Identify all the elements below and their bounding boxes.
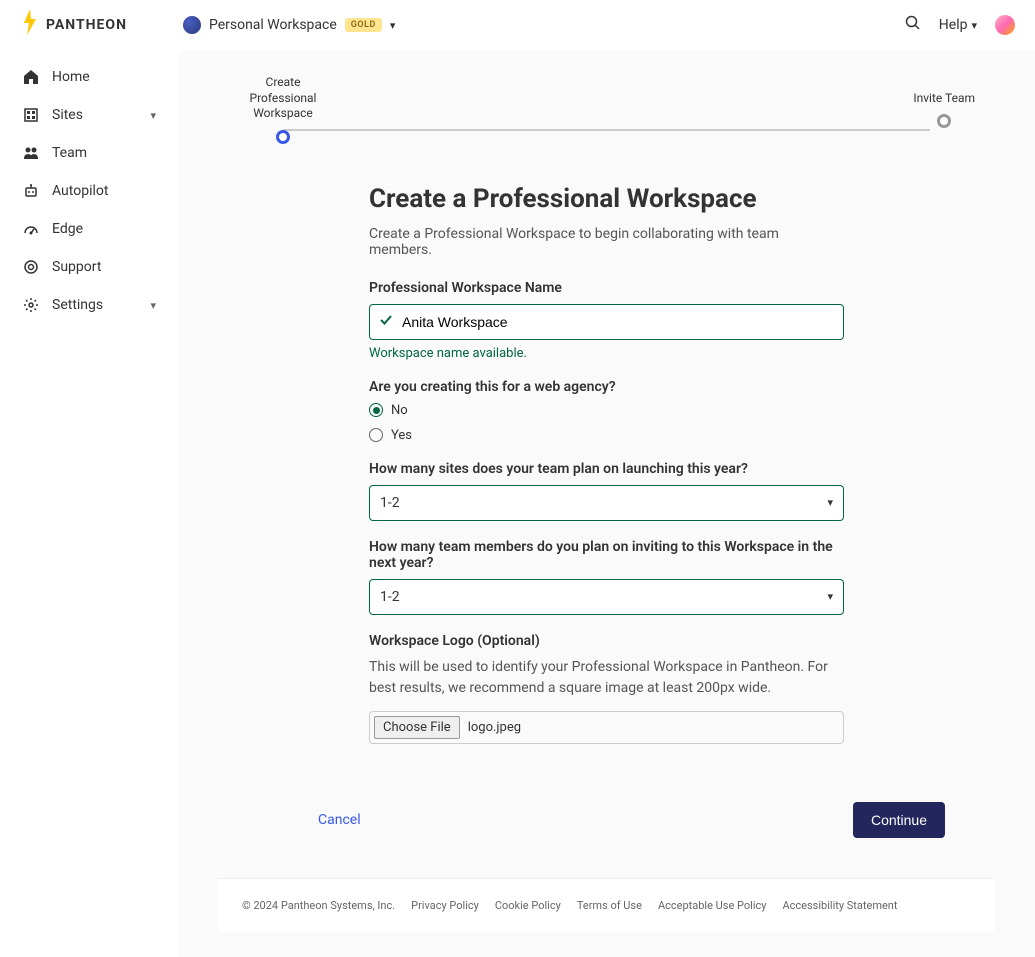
sidebar-item-label: Home [52,69,90,85]
members-label: How many team members do you plan on inv… [369,539,844,571]
gold-badge: GOLD [345,18,382,32]
footer-link-cookie[interactable]: Cookie Policy [495,899,561,912]
sidebar-item-settings[interactable]: Settings ▾ [12,286,166,324]
workspace-name-label: Professional Workspace Name [369,280,844,296]
check-icon [379,313,393,331]
radio-yes[interactable]: Yes [369,428,844,443]
members-group: How many team members do you plan on inv… [369,539,844,615]
workspace-name-group: Professional Workspace Name Workspace na… [369,280,844,361]
workspace-selector[interactable]: Personal Workspace GOLD ▾ [183,16,395,34]
sidebar-item-label: Settings [52,297,103,313]
footer-link-accessibility[interactable]: Accessibility Statement [782,899,897,912]
gear-icon [22,297,40,313]
gauge-icon [22,221,40,237]
sidebar-item-edge[interactable]: Edge [12,210,166,248]
sidebar-item-label: Support [52,259,101,275]
radio-label: Yes [391,428,412,443]
choose-file-button[interactable]: Choose File [374,716,460,739]
footer-link-terms[interactable]: Terms of Use [577,899,642,912]
sidebar-item-label: Edge [52,221,83,237]
members-select[interactable]: 1-2 ▾ [369,579,844,615]
header-right: Help ▾ [905,15,1015,35]
sidebar-item-label: Team [52,145,87,161]
radio-group: No Yes [369,403,844,443]
radio-label: No [391,403,408,418]
logo-description: This will be used to identify your Profe… [369,657,844,699]
radio-circle [369,428,383,442]
sidebar-item-label: Autopilot [52,183,108,199]
logo-group: Workspace Logo (Optional) This will be u… [369,633,844,744]
robot-icon [22,183,40,199]
chevron-down-icon: ▾ [390,19,396,32]
workspace-orb-icon [183,16,201,34]
sidebar: Home Sites ▾ Team Autopilot Edge Support… [0,50,178,957]
sidebar-item-autopilot[interactable]: Autopilot [12,172,166,210]
step-label: Create Professional Workspace [238,75,328,122]
chevron-down-icon: ▾ [827,496,833,509]
file-input[interactable]: Choose File logo.jpeg [369,711,844,744]
sidebar-item-team[interactable]: Team [12,134,166,172]
continue-button[interactable]: Continue [853,802,945,838]
form-actions: Cancel Continue [218,802,995,838]
logo[interactable]: PANTHEON [20,9,127,41]
layout: Home Sites ▾ Team Autopilot Edge Support… [0,50,1035,957]
radio-no[interactable]: No [369,403,844,418]
workspace-name-input[interactable] [369,304,844,340]
chevron-down-icon: ▾ [150,299,156,312]
copyright: © 2024 Pantheon Systems, Inc. [242,899,395,912]
building-icon [22,107,40,123]
sites-label: How many sites does your team plan on la… [369,461,844,477]
sidebar-item-label: Sites [52,107,83,123]
sites-group: How many sites does your team plan on la… [369,461,844,521]
users-icon [22,145,40,161]
help-dropdown[interactable]: Help ▾ [939,17,977,33]
sidebar-item-home[interactable]: Home [12,58,166,96]
sites-select[interactable]: 1-2 ▾ [369,485,844,521]
step-2: Invite Team [913,91,975,129]
step-circle-active [276,130,290,144]
step-label: Invite Team [913,91,975,107]
help-label: Help [939,17,968,33]
main-content: Create Professional Workspace Invite Tea… [178,50,1035,957]
form-container: Create a Professional Workspace Create a… [369,184,844,762]
step-1: Create Professional Workspace [238,75,328,144]
stepper: Create Professional Workspace Invite Tea… [218,75,995,144]
logo-text: PANTHEON [46,17,127,33]
select-value: 1-2 [380,589,400,605]
step-line [283,129,930,131]
agency-group: Are you creating this for a web agency? … [369,379,844,443]
avatar[interactable] [995,15,1015,35]
file-name: logo.jpeg [468,720,521,735]
agency-label: Are you creating this for a web agency? [369,379,844,395]
workspace-name-helper: Workspace name available. [369,346,844,361]
page-subtitle: Create a Professional Workspace to begin… [369,226,844,258]
chevron-down-icon: ▾ [150,109,156,122]
select-value: 1-2 [380,495,400,511]
step-circle-inactive [937,114,951,128]
footer-link-privacy[interactable]: Privacy Policy [411,899,479,912]
sidebar-item-sites[interactable]: Sites ▾ [12,96,166,134]
lifering-icon [22,259,40,275]
search-icon[interactable] [905,15,921,35]
cancel-link[interactable]: Cancel [318,812,361,828]
home-icon [22,69,40,85]
logo-label: Workspace Logo (Optional) [369,633,844,649]
header-left: PANTHEON Personal Workspace GOLD ▾ [20,9,395,41]
sidebar-item-support[interactable]: Support [12,248,166,286]
chevron-down-icon: ▾ [827,590,833,603]
radio-circle-selected [369,403,383,417]
header: PANTHEON Personal Workspace GOLD ▾ Help … [0,0,1035,50]
workspace-name: Personal Workspace [209,17,337,33]
lightning-icon [20,9,40,41]
chevron-down-icon: ▾ [971,19,977,32]
footer: © 2024 Pantheon Systems, Inc. Privacy Po… [218,878,995,932]
footer-link-acceptable-use[interactable]: Acceptable Use Policy [658,899,767,912]
page-title: Create a Professional Workspace [369,184,844,214]
input-wrapper [369,304,844,340]
